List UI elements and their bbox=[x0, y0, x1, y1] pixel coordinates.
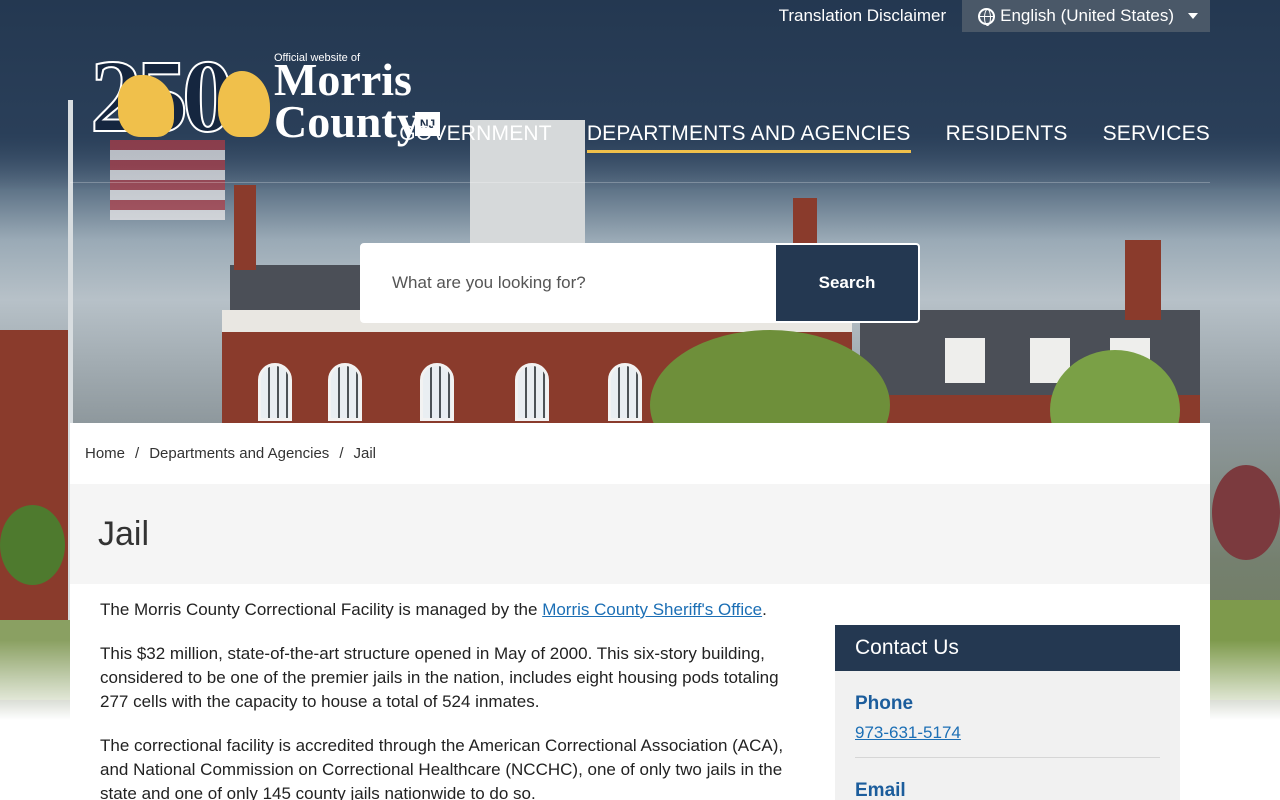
dormer bbox=[945, 338, 985, 383]
phone-label: Phone bbox=[855, 693, 914, 714]
window bbox=[258, 363, 292, 421]
breadcrumb: Home / Departments and Agencies / Jail bbox=[70, 423, 1210, 484]
breadcrumb-home[interactable]: Home bbox=[85, 445, 125, 462]
content-card: Home / Departments and Agencies / Jail J… bbox=[70, 423, 1210, 800]
page-title: Jail bbox=[98, 514, 150, 553]
window bbox=[420, 363, 454, 421]
chimney-right bbox=[1125, 240, 1161, 320]
intro-paragraph: The Morris County Correctional Facility … bbox=[100, 598, 800, 622]
contact-us-panel: Contact Us Phone 973-631-5174 Email bbox=[835, 625, 1180, 800]
facility-paragraph: This $32 million, state-of-the-art struc… bbox=[100, 644, 779, 711]
phone-link[interactable]: 973-631-5174 bbox=[855, 723, 1180, 743]
left-building bbox=[0, 330, 70, 630]
language-select[interactable]: English (United States) bbox=[962, 0, 1210, 32]
breadcrumb-current: Jail bbox=[353, 445, 376, 462]
search-input[interactable] bbox=[362, 245, 776, 321]
window bbox=[608, 363, 642, 421]
email-label: Email bbox=[855, 780, 906, 800]
main-content: The Morris County Correctional Facility … bbox=[100, 598, 800, 800]
translation-disclaimer-link[interactable]: Translation Disclaimer bbox=[779, 6, 947, 26]
search-form: Search bbox=[360, 243, 920, 323]
contact-divider bbox=[855, 757, 1160, 758]
title-bar: Jail bbox=[70, 484, 1210, 584]
nav-departments-and-agencies[interactable]: DEPARTMENTS AND AGENCIES bbox=[586, 122, 911, 153]
window bbox=[515, 363, 549, 421]
accreditation-paragraph: The correctional facility is accredited … bbox=[100, 736, 784, 800]
breadcrumb-separator: / bbox=[339, 445, 344, 462]
profile-silhouette-icon bbox=[218, 71, 270, 137]
utility-bar: Translation Disclaimer English (United S… bbox=[779, 0, 1210, 32]
main-nav: GOVERNMENT DEPARTMENTS AND AGENCIES RESI… bbox=[364, 122, 1210, 153]
tree bbox=[0, 505, 65, 585]
intro-text: The Morris County Correctional Facility … bbox=[100, 600, 543, 619]
globe-icon bbox=[978, 7, 996, 26]
window bbox=[328, 363, 362, 421]
chimney-left bbox=[234, 185, 256, 270]
language-label: English (United States) bbox=[1000, 6, 1174, 25]
breadcrumb-departments[interactable]: Departments and Agencies bbox=[149, 445, 329, 462]
search-button[interactable]: Search bbox=[776, 245, 918, 321]
nav-government[interactable]: GOVERNMENT bbox=[399, 122, 552, 153]
breadcrumb-separator: / bbox=[135, 445, 140, 462]
chevron-down-icon bbox=[1188, 13, 1198, 19]
contact-us-heading: Contact Us bbox=[835, 625, 1180, 671]
logo-name-line1: Morris bbox=[274, 54, 412, 105]
tree bbox=[1212, 465, 1280, 560]
nav-services[interactable]: SERVICES bbox=[1103, 122, 1210, 153]
nav-divider bbox=[70, 182, 1210, 183]
sheriff-office-link[interactable]: Morris County Sheriff's Office bbox=[542, 600, 762, 619]
intro-end: . bbox=[762, 600, 767, 619]
nav-residents[interactable]: RESIDENTS bbox=[946, 122, 1068, 153]
